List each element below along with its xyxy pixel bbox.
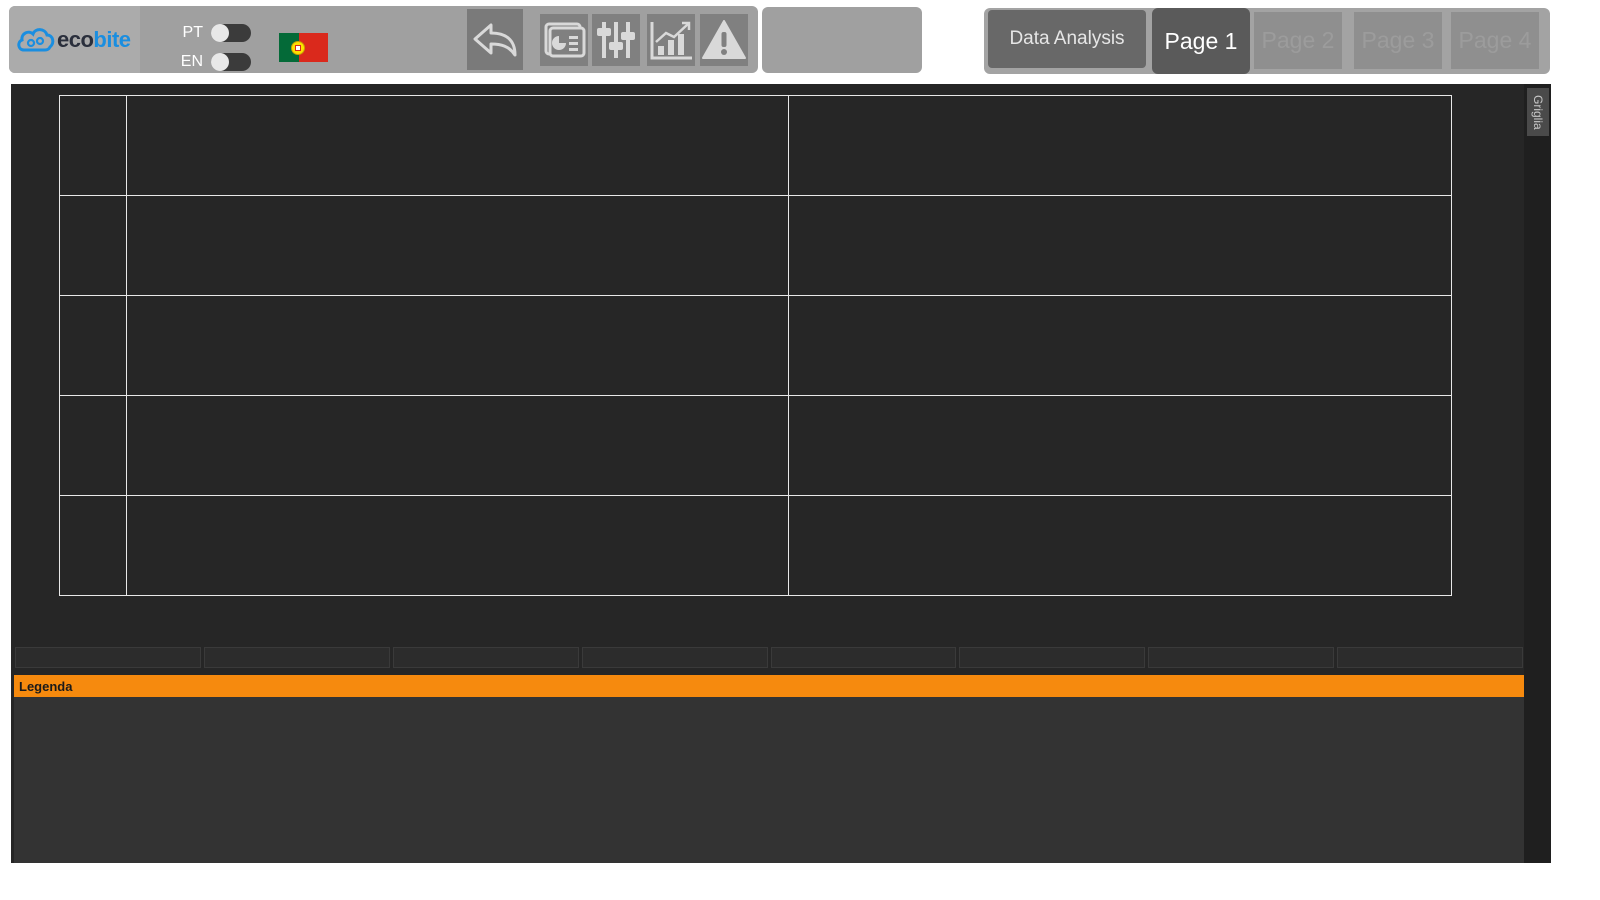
indicator-cell <box>203 647 390 668</box>
indicator-strip <box>15 647 1523 668</box>
language-label-en: EN <box>180 53 203 70</box>
grid-cell[interactable] <box>59 395 127 496</box>
logo-wordmark: ecobite <box>57 27 131 53</box>
grid-cell[interactable] <box>788 95 1452 196</box>
grid-cell[interactable] <box>59 495 127 596</box>
grid-cell[interactable] <box>126 395 789 496</box>
language-row-pt: PT <box>175 23 251 43</box>
legend-panel <box>14 697 1524 863</box>
grid-cell[interactable] <box>788 295 1452 396</box>
grid-side-tab-label: Griglia <box>1531 94 1545 130</box>
cloud-logo-icon <box>17 27 55 51</box>
grid-row <box>59 295 1452 396</box>
warning-icon <box>702 20 746 59</box>
grid-cell[interactable] <box>126 495 789 596</box>
page-4-button[interactable]: Page 4 <box>1451 12 1539 69</box>
page-3-button[interactable]: Page 3 <box>1354 12 1442 69</box>
indicator-cell <box>15 647 201 668</box>
grid-cell[interactable] <box>788 395 1452 496</box>
report-button[interactable] <box>540 14 588 66</box>
chart-button[interactable] <box>647 14 695 66</box>
toggle-knob <box>211 24 229 42</box>
grid-cell[interactable] <box>59 195 127 296</box>
back-arrow-icon <box>473 23 517 56</box>
top-toolbar-panel: ecobite PT EN <box>9 6 758 73</box>
grid-cell[interactable] <box>788 495 1452 596</box>
indicator-cell <box>392 647 579 668</box>
back-button[interactable] <box>467 9 523 70</box>
data-grid <box>59 95 1452 596</box>
report-slides-icon <box>544 22 586 58</box>
portugal-flag-icon[interactable] <box>279 33 328 62</box>
toggle-knob <box>211 53 229 71</box>
data-analysis-button[interactable]: Data Analysis <box>988 10 1146 68</box>
side-panel-strip: Griglia <box>1524 84 1551 863</box>
page-2-button[interactable]: Page 2 <box>1254 12 1342 69</box>
logo-bite-text: bite <box>93 26 131 52</box>
sliders-icon <box>597 22 635 58</box>
legend-title: Legenda <box>19 678 73 694</box>
language-toggle-pt[interactable] <box>211 24 251 42</box>
grid-cell[interactable] <box>126 295 789 396</box>
page-1-button[interactable]: Page 1 <box>1152 8 1250 74</box>
language-toggle-en[interactable] <box>211 53 251 71</box>
flag-emblem <box>291 41 305 55</box>
legend-header[interactable]: Legenda <box>14 675 1524 697</box>
indicator-cell <box>959 647 1146 668</box>
indicator-cell <box>770 647 957 668</box>
grid-row <box>59 95 1452 196</box>
language-row-en: EN <box>175 52 251 72</box>
grid-cell[interactable] <box>59 295 127 396</box>
indicator-cell <box>1337 647 1523 668</box>
grid-cell[interactable] <box>126 95 789 196</box>
main-content-area: Legenda Griglia <box>11 84 1551 863</box>
grid-side-tab[interactable]: Griglia <box>1527 88 1549 136</box>
indicator-cell <box>581 647 768 668</box>
settings-sliders-button[interactable] <box>592 14 640 66</box>
grid-cell[interactable] <box>59 95 127 196</box>
grid-row <box>59 195 1452 296</box>
logo-eco-text: eco <box>57 26 94 52</box>
indicator-cell <box>1148 647 1335 668</box>
empty-status-panel <box>762 7 922 73</box>
ecobite-logo: ecobite <box>9 6 140 73</box>
language-label-pt: PT <box>182 24 203 41</box>
page-navigation-panel: Data Analysis Page 1 Page 2 Page 3 Page … <box>984 8 1550 74</box>
growth-chart-icon <box>650 21 692 60</box>
grid-cell[interactable] <box>788 195 1452 296</box>
grid-cell[interactable] <box>126 195 789 296</box>
alarm-button[interactable] <box>700 14 748 66</box>
grid-row <box>59 395 1452 496</box>
grid-row <box>59 495 1452 596</box>
